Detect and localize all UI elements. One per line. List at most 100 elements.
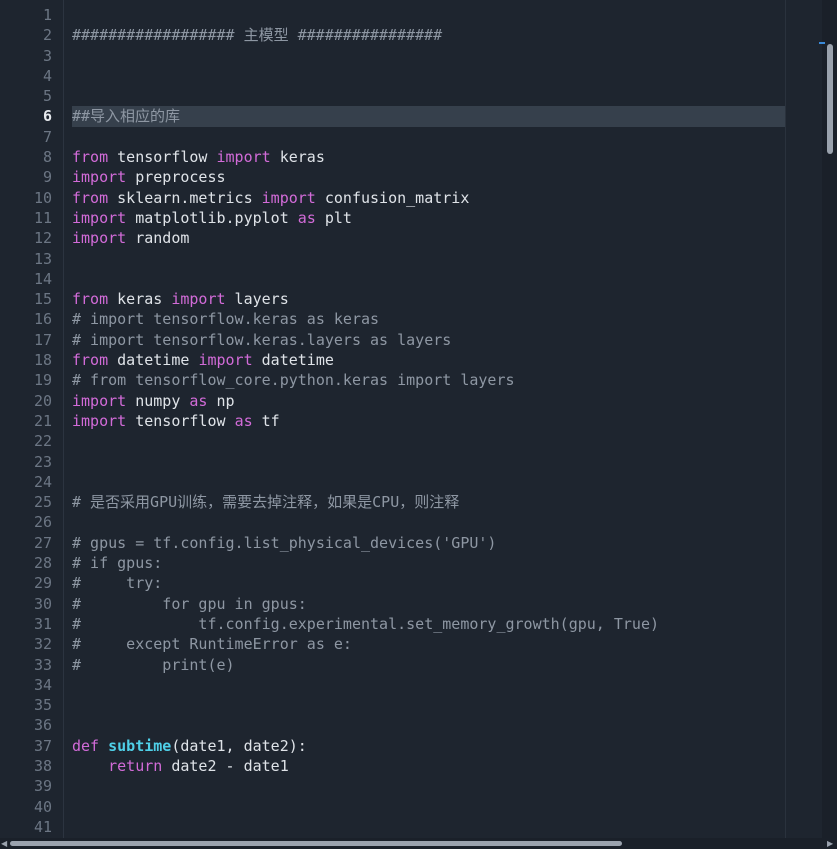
scroll-left-arrow-icon[interactable]: ◀ <box>1 838 9 849</box>
code-line[interactable]: 10 from sklearn.metrics import confusion_… <box>0 188 837 208</box>
code-line[interactable]: 9 import preprocess <box>0 167 837 187</box>
line-content[interactable]: from tensorflow import keras <box>72 147 785 167</box>
line-number: 28 <box>33 554 52 573</box>
line-number: 41 <box>33 817 52 836</box>
code-area[interactable]: 1 2 ################## 主模型 ###############… <box>0 5 837 837</box>
line-content[interactable]: ##导入相应的库 <box>72 106 785 127</box>
line-content[interactable]: import matplotlib.pyplot as plt <box>72 208 785 228</box>
code-line[interactable]: 21 import tensorflow as tf <box>0 411 837 431</box>
code-line[interactable]: 41 <box>0 817 837 837</box>
code-line[interactable]: 34 <box>0 675 837 695</box>
line-number: 13 <box>33 249 52 268</box>
code-line[interactable]: 22 <box>0 431 837 451</box>
code-line[interactable]: 4 <box>0 66 837 86</box>
horizontal-scroll-thumb[interactable] <box>10 841 622 846</box>
code-line[interactable]: 26 <box>0 512 837 532</box>
line-content[interactable]: import numpy as np <box>72 391 785 411</box>
code-line[interactable]: 17 # import tensorflow.keras.layers as la… <box>0 330 837 350</box>
code-line[interactable]: 6 ##导入相应的库 <box>0 106 837 127</box>
code-line[interactable]: 25 # 是否采用GPU训练，需要去掉注释，如果是CPU，则注释 <box>0 492 837 512</box>
line-number: 38 <box>33 756 52 775</box>
line-number: 7 <box>42 127 52 146</box>
code-line[interactable]: 20 import numpy as np <box>0 391 837 411</box>
line-content[interactable]: # import tensorflow.keras.layers as laye… <box>72 330 785 350</box>
line-number: 40 <box>33 797 52 816</box>
keyword-token: from <box>72 290 109 309</box>
code-line[interactable]: 8 from tensorflow import keras <box>0 147 837 167</box>
line-content[interactable]: ################## 主模型 ################ <box>72 25 785 45</box>
code-line[interactable]: 40 <box>0 797 837 817</box>
code-line[interactable]: 2 ################## 主模型 ################ <box>0 25 837 45</box>
line-number: 35 <box>33 696 52 715</box>
code-line[interactable]: 18 from datetime import datetime <box>0 350 837 370</box>
line-number: 1 <box>42 6 52 24</box>
code-line[interactable]: 37 def subtime(date1, date2): <box>0 736 837 756</box>
text-token: tf <box>252 411 280 430</box>
line-content[interactable]: from keras import layers <box>72 289 785 309</box>
keyword-token: as <box>189 391 208 410</box>
line-content[interactable]: # gpus = tf.config.list_physical_devices… <box>72 533 785 553</box>
code-line[interactable]: 11 import matplotlib.pyplot as plt <box>0 208 837 228</box>
code-line[interactable]: 28 # if gpus: <box>0 553 837 573</box>
line-number: 37 <box>33 736 52 755</box>
comment-token: # 是否采用GPU训练，需要去掉注释，如果是CPU，则注释 <box>72 493 460 512</box>
line-number: 5 <box>42 87 52 106</box>
line-content[interactable]: import random <box>72 228 785 248</box>
text-token: tensorflow <box>126 411 235 430</box>
text-token: layers <box>225 290 289 309</box>
code-line[interactable]: 31 # tf.config.experimental.set_memory_gr… <box>0 614 837 634</box>
line-content[interactable]: # except RuntimeError as e: <box>72 634 785 654</box>
line-content[interactable]: from datetime import datetime <box>72 350 785 370</box>
line-content[interactable]: # for gpu in gpus: <box>72 594 785 614</box>
line-content[interactable]: # if gpus: <box>72 553 785 573</box>
code-line[interactable]: 38 return date2 - date1 <box>0 756 837 776</box>
code-line[interactable]: 13 <box>0 249 837 269</box>
code-line[interactable]: 33 # print(e) <box>0 655 837 675</box>
line-content[interactable]: # 是否采用GPU训练，需要去掉注释，如果是CPU，则注释 <box>72 492 785 512</box>
line-content[interactable]: # tf.config.experimental.set_memory_grow… <box>72 614 785 634</box>
line-content[interactable]: # try: <box>72 573 785 593</box>
code-line[interactable]: 24 <box>0 472 837 492</box>
code-editor[interactable]: 1 2 ################## 主模型 ###############… <box>0 0 837 849</box>
line-content[interactable]: # from tensorflow_core.python.keras impo… <box>72 370 785 390</box>
line-content[interactable]: # print(e) <box>72 655 785 675</box>
vertical-scroll-thumb[interactable] <box>827 44 833 154</box>
comment-token: # if gpus: <box>72 554 163 573</box>
text-token: matplotlib.pyplot <box>126 208 298 227</box>
code-line[interactable]: 7 <box>0 127 837 147</box>
code-line[interactable]: 19 # from tensorflow_core.python.keras im… <box>0 370 837 390</box>
code-line[interactable]: 23 <box>0 452 837 472</box>
line-content[interactable]: def subtime(date1, date2): <box>72 736 785 756</box>
code-line[interactable]: 15 from keras import layers <box>0 289 837 309</box>
scroll-right-arrow-icon[interactable]: ▶ <box>827 838 835 849</box>
code-line[interactable]: 35 <box>0 695 837 715</box>
edge-guide-line <box>785 0 786 838</box>
text-token: keras <box>270 148 325 167</box>
code-line[interactable]: 27 # gpus = tf.config.list_physical_devic… <box>0 533 837 553</box>
line-number: 10 <box>33 188 52 207</box>
line-content[interactable]: return date2 - date1 <box>72 756 785 776</box>
code-line[interactable]: 29 # try: <box>0 573 837 593</box>
code-line[interactable]: 12 import random <box>0 228 837 248</box>
comment-token: # tf.config.experimental.set_memory_grow… <box>72 614 659 633</box>
line-number: 17 <box>33 330 52 349</box>
line-content[interactable]: import tensorflow as tf <box>72 411 785 431</box>
line-number: 12 <box>33 229 52 248</box>
code-line[interactable]: 1 <box>0 5 837 25</box>
code-line[interactable]: 30 # for gpu in gpus: <box>0 594 837 614</box>
code-line[interactable]: 3 <box>0 46 837 66</box>
code-line[interactable]: 32 # except RuntimeError as e: <box>0 634 837 654</box>
code-line[interactable]: 5 <box>0 86 837 106</box>
comment-token: # try: <box>72 574 163 593</box>
line-content[interactable]: import preprocess <box>72 167 785 187</box>
scroll-position-marker <box>819 42 825 44</box>
code-line[interactable]: 16 # import tensorflow.keras as keras <box>0 309 837 329</box>
keyword-token: import <box>171 290 226 309</box>
line-content[interactable]: from sklearn.metrics import confusion_ma… <box>72 188 785 208</box>
line-number: 3 <box>42 46 52 65</box>
code-line[interactable]: 14 <box>0 269 837 289</box>
code-line[interactable]: 36 <box>0 715 837 735</box>
line-content[interactable]: # import tensorflow.keras as keras <box>72 309 785 329</box>
code-line[interactable]: 39 <box>0 776 837 796</box>
